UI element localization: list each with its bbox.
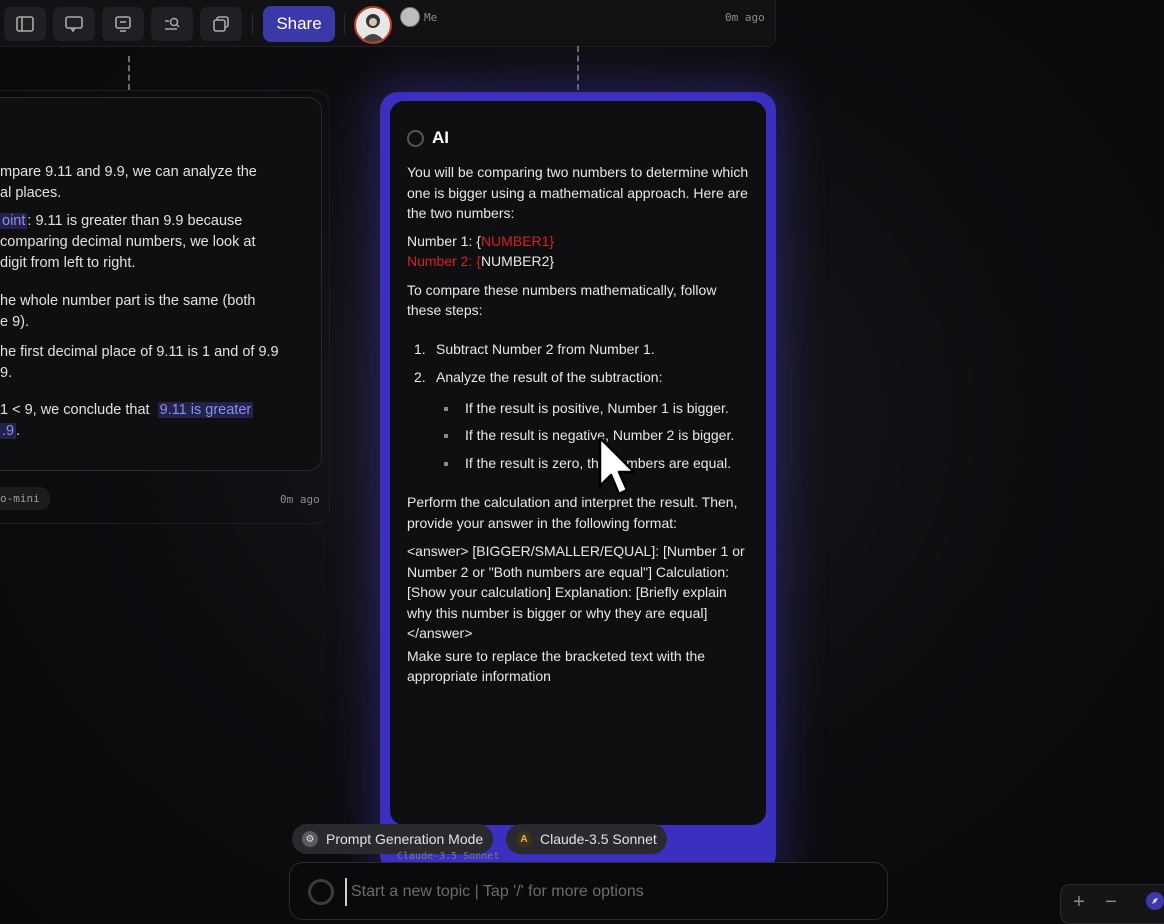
- number2-variable: NUMBER2}: [480, 253, 555, 269]
- gear-icon: ⚙: [302, 831, 318, 847]
- left-line: he whole number part is the same (both: [0, 293, 256, 309]
- compass-icon[interactable]: [1144, 890, 1164, 912]
- mode-label: Prompt Generation Mode: [326, 831, 484, 847]
- search-list-icon: [165, 17, 180, 30]
- step-number: 2.: [414, 369, 426, 385]
- present-icon: [115, 16, 131, 32]
- toolbar-timestamp: 0m ago: [725, 11, 765, 24]
- toolbar-divider: [252, 14, 253, 34]
- bullet-item: If the result is zero, the numbers are e…: [407, 453, 752, 474]
- user-avatar-icon: [361, 14, 385, 42]
- ai-card-body: You will be comparing two numbers to det…: [407, 162, 752, 687]
- model-label: Claude-3.5 Sonnet: [540, 831, 657, 847]
- closing-text: Make sure to replace the bracketed text …: [407, 647, 706, 685]
- left-line-text: 1 < 9, we conclude that: [0, 402, 150, 418]
- left-line-text: : 9.11 is greater than 9.9 because: [27, 213, 243, 229]
- connector-line: [128, 56, 130, 90]
- left-line: 1 < 9, we conclude that 9.11 is greater: [0, 400, 254, 421]
- highlight-text: .9: [0, 423, 17, 439]
- step-text: Analyze the result of the subtraction:: [436, 369, 663, 385]
- copy-button[interactable]: [200, 7, 242, 41]
- user-label: Me: [424, 10, 438, 24]
- steps-list: 1. Subtract Number 2 from Number 1. 2. Ana…: [407, 339, 752, 388]
- intro-text: You will be comparing two numbers to det…: [407, 164, 749, 221]
- avatar[interactable]: [354, 6, 392, 44]
- anthropic-icon: A: [516, 831, 532, 847]
- left-line: he first decimal place of 9.11 is 1 and …: [0, 344, 279, 360]
- top-toolbar: Share Me 0m ago: [0, 0, 776, 47]
- comment-button[interactable]: [53, 7, 95, 41]
- left-line: .9.: [0, 421, 20, 442]
- model-select-chip[interactable]: A Claude-3.5 Sonnet: [506, 824, 667, 854]
- status-ring-icon: [308, 879, 334, 905]
- new-topic-input[interactable]: [345, 878, 873, 906]
- sidebar-toggle-button[interactable]: [4, 7, 46, 41]
- user-avatar-small-icon: [400, 7, 420, 27]
- left-line: al places.: [0, 185, 62, 201]
- left-line: e 9).: [0, 314, 30, 330]
- left-line: oint: 9.11 is greater than 9.9 because: [0, 211, 242, 232]
- result-bullets: If the result is positive, Number 1 is b…: [407, 398, 752, 474]
- ai-card-header: AI: [407, 128, 449, 148]
- left-line-text: .: [16, 423, 21, 439]
- mouse-cursor-icon: [598, 436, 636, 496]
- step-item: 2. Analyze the result of the subtraction:: [407, 367, 752, 388]
- share-button[interactable]: Share: [263, 6, 335, 42]
- sidebar-icon: [16, 16, 34, 32]
- copy-icon: [213, 16, 229, 32]
- search-list-button[interactable]: [151, 7, 193, 41]
- step-number: 1.: [414, 340, 426, 357]
- step-text: Subtract Number 2 from Number 1.: [436, 340, 655, 357]
- number2-label: Number 2: {: [407, 253, 481, 269]
- left-line: digit from left to right.: [0, 255, 136, 271]
- left-line: mpare 9.11 and 9.9, we can analyze the: [0, 164, 257, 180]
- left-model-badge: o-mini: [0, 487, 50, 510]
- zoom-out-button[interactable]: −: [1100, 890, 1122, 914]
- left-timestamp: 0m ago: [280, 493, 320, 506]
- zoom-in-button[interactable]: +: [1068, 890, 1090, 914]
- prompt-generation-mode-chip[interactable]: ⚙ Prompt Generation Mode: [292, 824, 494, 854]
- highlight-text: 9.11 is greater: [157, 402, 254, 418]
- comment-icon: [65, 16, 83, 32]
- steps-intro: To compare these numbers mathematically,…: [407, 281, 717, 319]
- status-circle-icon: [407, 129, 424, 147]
- bullet-item: If the result is positive, Number 1 is b…: [407, 398, 752, 419]
- number1-line: Number 1: {NUMBER1}: [407, 231, 752, 252]
- toolbar-divider: [344, 14, 345, 34]
- step-item: 1. Subtract Number 2 from Number 1.: [407, 339, 752, 360]
- ai-card-title: AI: [432, 128, 449, 147]
- highlight-text: oint: [0, 213, 28, 229]
- peek-model-label: Claude-3.5 Sonnet: [397, 851, 500, 862]
- present-button[interactable]: [102, 7, 144, 41]
- bullet-item: If the result is negative, Number 2 is b…: [407, 425, 752, 446]
- number1-label: Number 1: {: [407, 232, 481, 249]
- format-text: <answer> [BIGGER/SMALLER/EQUAL]: [Number…: [407, 543, 745, 641]
- left-line: comparing decimal numbers, we look at: [0, 234, 256, 250]
- user-chip: Me: [400, 7, 437, 27]
- number1-variable: NUMBER1}: [480, 232, 555, 249]
- left-line: 9.: [0, 365, 13, 381]
- connector-line: [577, 46, 579, 90]
- perform-text: Perform the calculation and interpret th…: [407, 494, 738, 531]
- number2-line: Number 2: {NUMBER2}: [407, 251, 752, 272]
